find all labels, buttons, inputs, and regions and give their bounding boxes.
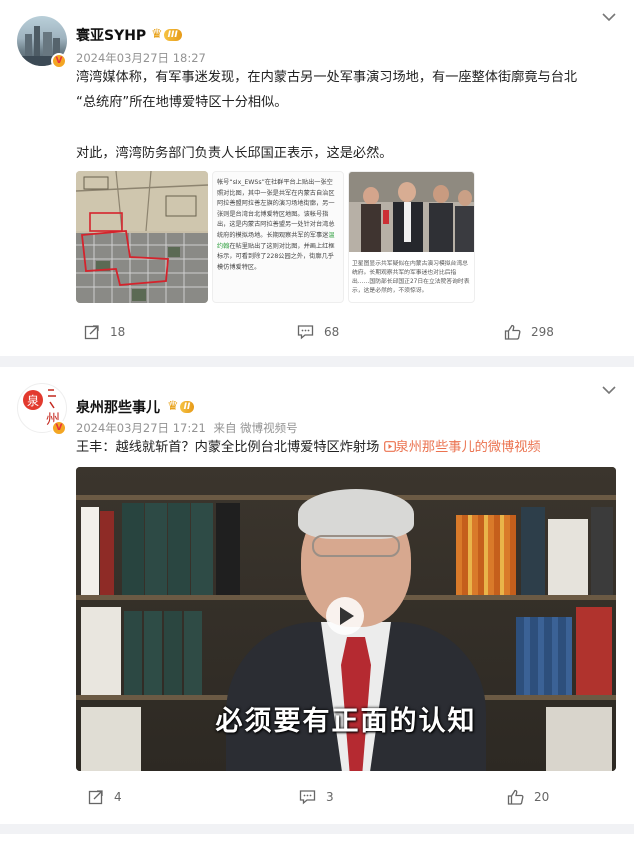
post-source: 来自 微博视频号 bbox=[213, 421, 298, 435]
post-text-line: 对此，湾湾防务部门负责人长邱国正表示，这是必然。 bbox=[76, 146, 393, 161]
video-link-icon bbox=[383, 441, 396, 452]
post-meta: 2024年03月27日 17:21 来自 微博视频号 bbox=[76, 420, 298, 436]
author-name[interactable]: 寰亚SYHP bbox=[76, 25, 146, 45]
comment-count: 3 bbox=[326, 790, 334, 804]
thumbs-up-icon bbox=[507, 789, 524, 805]
level-badge: ♛ III bbox=[151, 28, 182, 42]
weibo-post-card: V 寰亚SYHP ♛ III 2024年03月27日 18:27 湾湾媒体称，有… bbox=[0, 0, 634, 356]
repost-count: 4 bbox=[114, 790, 122, 804]
play-button-icon[interactable] bbox=[326, 597, 364, 635]
video-subtitle: 必须要有正面的认知 bbox=[215, 706, 477, 737]
news-text-image[interactable]: 帐号“sIx_EWSs”在社群平台上贴出一张空照对比图，其中一张是共军在内蒙古自… bbox=[212, 171, 344, 303]
level-tag: II bbox=[179, 401, 195, 413]
comment-count: 68 bbox=[324, 325, 340, 339]
photo-caption: 卫星图显示共军疑似在内蒙古演习模拟台湾总统府。长期观察共军的军事迷也对比后指出…… bbox=[352, 261, 470, 294]
post-text-line: 湾湾媒体称，有军事迷发现，在内蒙古另一处军事演习场地，有一座整体街廓竟与台北 bbox=[76, 70, 578, 85]
level-badge: ♛ II bbox=[167, 399, 195, 414]
crown-icon: ♛ bbox=[151, 27, 163, 42]
repost-count: 18 bbox=[110, 325, 126, 339]
level-tag: III bbox=[163, 29, 182, 41]
post-action-bar: 18 68 298 bbox=[0, 324, 634, 348]
doc-text: 帐号“sIx_EWSs”在社群平台上贴出一张空照对比图，其中一张是共军在内蒙古自… bbox=[217, 179, 335, 239]
author-name[interactable]: 泉州那些事儿 bbox=[76, 397, 160, 417]
chevron-down-icon[interactable] bbox=[602, 11, 616, 26]
repost-button[interactable]: 18 bbox=[84, 324, 125, 340]
post-text: 王丰：越线就斩首？内蒙全比例台北博爱特区炸射场 泉州那些事儿的微博视频 bbox=[76, 436, 628, 460]
repost-icon bbox=[88, 790, 103, 805]
comment-icon bbox=[299, 790, 316, 805]
repost-button[interactable]: 4 bbox=[88, 789, 122, 805]
repost-icon bbox=[84, 325, 99, 340]
like-button[interactable]: 20 bbox=[507, 789, 549, 805]
post-text-line: “总统府”所在地博爱特区十分相似。 bbox=[76, 95, 288, 110]
post-action-bar: 4 3 20 bbox=[0, 789, 634, 813]
like-count: 20 bbox=[534, 790, 550, 804]
post-timestamp[interactable]: 2024年03月27日 18:27 bbox=[76, 50, 206, 66]
post-timestamp[interactable]: 2024年03月27日 17:21 bbox=[76, 421, 206, 435]
satellite-map-image[interactable] bbox=[76, 171, 208, 303]
press-photo-image[interactable]: 卫星图显示共军疑似在内蒙古演习模拟台湾总统府。长期观察共军的军事迷也对比后指出…… bbox=[348, 171, 475, 303]
verified-badge-icon: V bbox=[51, 53, 67, 69]
like-button[interactable]: 298 bbox=[504, 324, 554, 340]
next-card-edge bbox=[0, 834, 634, 852]
video-link[interactable]: 泉州那些事儿的微博视频 bbox=[383, 440, 541, 455]
comment-button[interactable]: 68 bbox=[297, 324, 339, 340]
svg-text:泉: 泉 bbox=[27, 394, 39, 408]
comment-icon bbox=[297, 325, 314, 340]
video-link-text[interactable]: 泉州那些事儿的微博视频 bbox=[396, 440, 541, 455]
crown-icon: ♛ bbox=[167, 399, 179, 414]
like-count: 298 bbox=[531, 325, 554, 339]
comment-button[interactable]: 3 bbox=[299, 789, 334, 805]
video-player[interactable]: 必须要有正面的认知 bbox=[76, 467, 616, 771]
verified-badge-icon: V bbox=[51, 420, 67, 436]
chevron-down-icon[interactable] bbox=[602, 384, 616, 399]
thumbs-up-icon bbox=[504, 324, 521, 340]
post-text-content: 王丰：越线就斩首？内蒙全比例台北博爱特区炸射场 bbox=[76, 440, 380, 455]
doc-text: 在帖里贴出了这则对比图，并画上红框标示，可看到除了228公园之外，街廓几乎模仿博… bbox=[217, 242, 335, 271]
